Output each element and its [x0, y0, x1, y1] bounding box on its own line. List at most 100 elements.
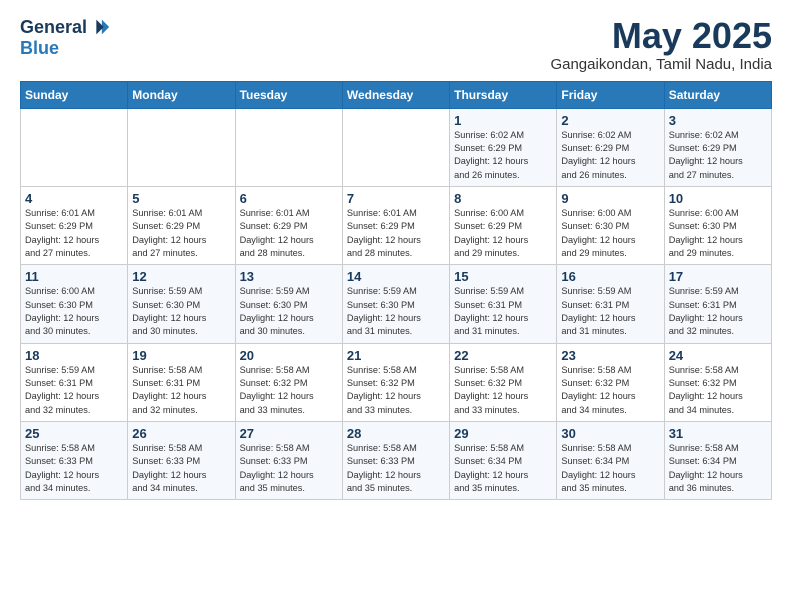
- calendar-cell: 7Sunrise: 6:01 AM Sunset: 6:29 PM Daylig…: [342, 186, 449, 264]
- day-number: 12: [132, 269, 230, 284]
- calendar-row-4: 18Sunrise: 5:59 AM Sunset: 6:31 PM Dayli…: [21, 343, 772, 421]
- day-number: 10: [669, 191, 767, 206]
- calendar-cell: [342, 108, 449, 186]
- day-number: 3: [669, 113, 767, 128]
- calendar-row-5: 25Sunrise: 5:58 AM Sunset: 6:33 PM Dayli…: [21, 422, 772, 500]
- title-location: Gangaikondan, Tamil Nadu, India: [550, 56, 772, 73]
- calendar-cell: [21, 108, 128, 186]
- calendar-cell: 22Sunrise: 5:58 AM Sunset: 6:32 PM Dayli…: [450, 343, 557, 421]
- day-number: 29: [454, 426, 552, 441]
- calendar-cell: 11Sunrise: 6:00 AM Sunset: 6:30 PM Dayli…: [21, 265, 128, 343]
- day-number: 30: [561, 426, 659, 441]
- day-number: 25: [25, 426, 123, 441]
- day-info: Sunrise: 5:59 AM Sunset: 6:30 PM Dayligh…: [240, 285, 338, 338]
- calendar-row-2: 4Sunrise: 6:01 AM Sunset: 6:29 PM Daylig…: [21, 186, 772, 264]
- day-number: 23: [561, 348, 659, 363]
- calendar-cell: 21Sunrise: 5:58 AM Sunset: 6:32 PM Dayli…: [342, 343, 449, 421]
- logo: General Blue: [20, 16, 111, 59]
- calendar-cell: 23Sunrise: 5:58 AM Sunset: 6:32 PM Dayli…: [557, 343, 664, 421]
- calendar-cell: 12Sunrise: 5:59 AM Sunset: 6:30 PM Dayli…: [128, 265, 235, 343]
- day-number: 2: [561, 113, 659, 128]
- calendar-cell: 10Sunrise: 6:00 AM Sunset: 6:30 PM Dayli…: [664, 186, 771, 264]
- calendar-cell: 17Sunrise: 5:59 AM Sunset: 6:31 PM Dayli…: [664, 265, 771, 343]
- day-number: 24: [669, 348, 767, 363]
- day-info: Sunrise: 6:00 AM Sunset: 6:30 PM Dayligh…: [669, 207, 767, 260]
- day-number: 8: [454, 191, 552, 206]
- calendar-cell: 19Sunrise: 5:58 AM Sunset: 6:31 PM Dayli…: [128, 343, 235, 421]
- day-number: 6: [240, 191, 338, 206]
- day-number: 15: [454, 269, 552, 284]
- calendar-cell: 14Sunrise: 5:59 AM Sunset: 6:30 PM Dayli…: [342, 265, 449, 343]
- logo-general: General: [20, 17, 87, 38]
- calendar-cell: 2Sunrise: 6:02 AM Sunset: 6:29 PM Daylig…: [557, 108, 664, 186]
- calendar-cell: 6Sunrise: 6:01 AM Sunset: 6:29 PM Daylig…: [235, 186, 342, 264]
- calendar-header-row: SundayMondayTuesdayWednesdayThursdayFrid…: [21, 81, 772, 108]
- day-number: 27: [240, 426, 338, 441]
- logo-icon: [89, 16, 111, 38]
- calendar-cell: [235, 108, 342, 186]
- day-info: Sunrise: 5:58 AM Sunset: 6:32 PM Dayligh…: [240, 364, 338, 417]
- day-info: Sunrise: 5:58 AM Sunset: 6:34 PM Dayligh…: [561, 442, 659, 495]
- day-header-friday: Friday: [557, 81, 664, 108]
- day-number: 20: [240, 348, 338, 363]
- day-info: Sunrise: 5:58 AM Sunset: 6:32 PM Dayligh…: [454, 364, 552, 417]
- day-info: Sunrise: 5:58 AM Sunset: 6:31 PM Dayligh…: [132, 364, 230, 417]
- title-month: May 2025: [550, 16, 772, 56]
- day-info: Sunrise: 6:02 AM Sunset: 6:29 PM Dayligh…: [669, 129, 767, 182]
- day-number: 19: [132, 348, 230, 363]
- calendar-table: SundayMondayTuesdayWednesdayThursdayFrid…: [20, 81, 772, 501]
- calendar-cell: 8Sunrise: 6:00 AM Sunset: 6:29 PM Daylig…: [450, 186, 557, 264]
- day-number: 28: [347, 426, 445, 441]
- page: General Blue May 2025 Gangaikondan, Tami…: [0, 0, 792, 516]
- day-header-thursday: Thursday: [450, 81, 557, 108]
- calendar-cell: [128, 108, 235, 186]
- day-info: Sunrise: 5:58 AM Sunset: 6:32 PM Dayligh…: [561, 364, 659, 417]
- day-number: 22: [454, 348, 552, 363]
- day-info: Sunrise: 5:59 AM Sunset: 6:31 PM Dayligh…: [561, 285, 659, 338]
- day-info: Sunrise: 6:00 AM Sunset: 6:30 PM Dayligh…: [25, 285, 123, 338]
- day-info: Sunrise: 6:02 AM Sunset: 6:29 PM Dayligh…: [454, 129, 552, 182]
- logo-blue: Blue: [20, 38, 59, 59]
- day-info: Sunrise: 5:58 AM Sunset: 6:33 PM Dayligh…: [347, 442, 445, 495]
- day-number: 1: [454, 113, 552, 128]
- day-header-saturday: Saturday: [664, 81, 771, 108]
- calendar-cell: 5Sunrise: 6:01 AM Sunset: 6:29 PM Daylig…: [128, 186, 235, 264]
- calendar-cell: 3Sunrise: 6:02 AM Sunset: 6:29 PM Daylig…: [664, 108, 771, 186]
- day-info: Sunrise: 6:01 AM Sunset: 6:29 PM Dayligh…: [25, 207, 123, 260]
- calendar-cell: 15Sunrise: 5:59 AM Sunset: 6:31 PM Dayli…: [450, 265, 557, 343]
- logo-blue-text: Blue: [20, 38, 59, 59]
- day-number: 31: [669, 426, 767, 441]
- calendar-cell: 29Sunrise: 5:58 AM Sunset: 6:34 PM Dayli…: [450, 422, 557, 500]
- calendar-cell: 13Sunrise: 5:59 AM Sunset: 6:30 PM Dayli…: [235, 265, 342, 343]
- day-info: Sunrise: 5:58 AM Sunset: 6:33 PM Dayligh…: [25, 442, 123, 495]
- day-number: 5: [132, 191, 230, 206]
- title-block: May 2025 Gangaikondan, Tamil Nadu, India: [550, 16, 772, 73]
- day-header-wednesday: Wednesday: [342, 81, 449, 108]
- day-number: 11: [25, 269, 123, 284]
- day-info: Sunrise: 5:59 AM Sunset: 6:31 PM Dayligh…: [669, 285, 767, 338]
- calendar-cell: 16Sunrise: 5:59 AM Sunset: 6:31 PM Dayli…: [557, 265, 664, 343]
- day-number: 18: [25, 348, 123, 363]
- header: General Blue May 2025 Gangaikondan, Tami…: [20, 16, 772, 73]
- day-info: Sunrise: 6:01 AM Sunset: 6:29 PM Dayligh…: [347, 207, 445, 260]
- day-number: 16: [561, 269, 659, 284]
- logo-text: General: [20, 16, 111, 38]
- day-number: 21: [347, 348, 445, 363]
- calendar-cell: 4Sunrise: 6:01 AM Sunset: 6:29 PM Daylig…: [21, 186, 128, 264]
- day-info: Sunrise: 6:01 AM Sunset: 6:29 PM Dayligh…: [132, 207, 230, 260]
- day-number: 4: [25, 191, 123, 206]
- day-info: Sunrise: 6:00 AM Sunset: 6:29 PM Dayligh…: [454, 207, 552, 260]
- day-info: Sunrise: 5:59 AM Sunset: 6:30 PM Dayligh…: [347, 285, 445, 338]
- day-info: Sunrise: 6:01 AM Sunset: 6:29 PM Dayligh…: [240, 207, 338, 260]
- day-info: Sunrise: 5:59 AM Sunset: 6:31 PM Dayligh…: [25, 364, 123, 417]
- day-number: 13: [240, 269, 338, 284]
- day-info: Sunrise: 5:59 AM Sunset: 6:31 PM Dayligh…: [454, 285, 552, 338]
- day-number: 26: [132, 426, 230, 441]
- day-header-monday: Monday: [128, 81, 235, 108]
- calendar-cell: 1Sunrise: 6:02 AM Sunset: 6:29 PM Daylig…: [450, 108, 557, 186]
- calendar-cell: 27Sunrise: 5:58 AM Sunset: 6:33 PM Dayli…: [235, 422, 342, 500]
- calendar-cell: 26Sunrise: 5:58 AM Sunset: 6:33 PM Dayli…: [128, 422, 235, 500]
- day-info: Sunrise: 6:00 AM Sunset: 6:30 PM Dayligh…: [561, 207, 659, 260]
- day-info: Sunrise: 6:02 AM Sunset: 6:29 PM Dayligh…: [561, 129, 659, 182]
- day-number: 14: [347, 269, 445, 284]
